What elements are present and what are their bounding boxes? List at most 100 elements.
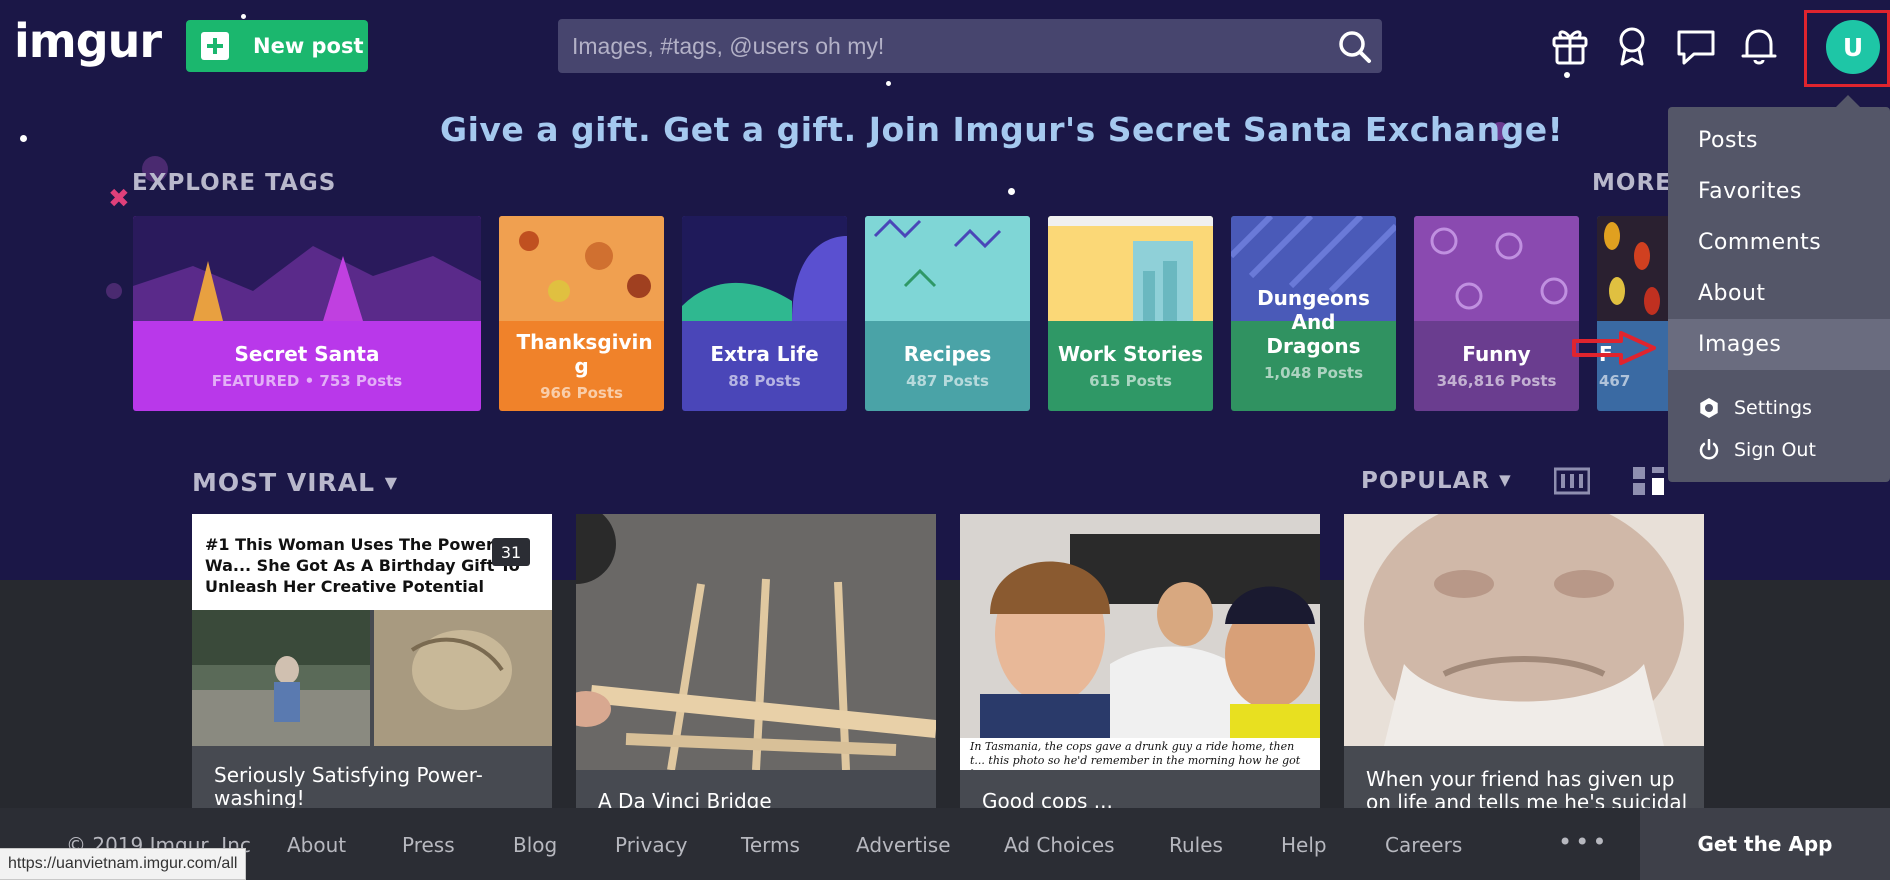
sign-out-label: Sign Out <box>1734 439 1816 461</box>
medal-icon[interactable] <box>1610 24 1654 68</box>
tag-art <box>1048 216 1213 321</box>
gallery-post-card[interactable]: When your friend has given up on life an… <box>1344 514 1704 814</box>
post-count-badge: 31 <box>492 538 530 566</box>
more-tags-link[interactable]: MORE <box>1592 170 1672 196</box>
imgur-logo[interactable]: imgur <box>14 14 162 68</box>
search-icon[interactable] <box>1338 30 1372 64</box>
tag-count: 966 Posts <box>540 384 623 402</box>
menu-item-comments[interactable]: Comments <box>1668 217 1890 268</box>
tag-count: 88 Posts <box>728 372 801 390</box>
filter-label: POPULAR <box>1361 468 1491 494</box>
footer-link-advertise[interactable]: Advertise <box>856 833 951 857</box>
waterfall-view-icon[interactable] <box>1632 466 1670 496</box>
browser-status-url: https://uanvietnam.imgur.com/all <box>0 848 247 880</box>
tag-art <box>1597 216 1668 321</box>
tag-card-extra-life[interactable]: Extra Life 88 Posts <box>682 216 847 411</box>
caret-down-icon: ▼ <box>384 473 399 492</box>
tag-card-secret-santa[interactable]: Secret Santa FEATURED • 753 Posts <box>133 216 481 411</box>
tag-card-partial[interactable]: F 467 <box>1597 216 1668 411</box>
tag-art <box>1414 216 1579 321</box>
gear-icon <box>1700 398 1718 418</box>
filter-dropdown[interactable]: POPULAR ▼ <box>1361 468 1512 494</box>
tag-count: 487 Posts <box>906 372 989 390</box>
decor-dot <box>20 135 27 142</box>
tag-name: Dungeons And Dragons <box>1257 285 1370 358</box>
tag-card-dungeons-and-dragons[interactable]: Dungeons And Dragons 1,048 Posts <box>1231 216 1396 411</box>
gallery-post-card[interactable]: A Da Vinci Bridge <box>576 514 936 814</box>
tag-name: Secret Santa <box>234 342 380 366</box>
tag-name: Funny <box>1462 342 1531 366</box>
tag-info: Extra Life 88 Posts <box>682 321 847 411</box>
tag-name: Work Stories <box>1057 342 1204 366</box>
chat-icon[interactable] <box>1674 24 1718 68</box>
page-footer: © 2019 Imgur, Inc About Press Blog Priva… <box>0 808 1890 880</box>
user-dropdown-menu: Posts Favorites Comments About Images Se… <box>1668 95 1890 482</box>
tag-info: Funny 346,816 Posts <box>1414 321 1579 411</box>
menu-item-about[interactable]: About <box>1668 268 1890 319</box>
new-post-button[interactable]: New post <box>186 20 368 72</box>
get-the-app-button[interactable]: Get the App <box>1640 808 1890 880</box>
annotation-arrow-icon <box>1572 331 1656 365</box>
menu-item-posts[interactable]: Posts <box>1668 115 1890 166</box>
footer-link-about[interactable]: About <box>287 833 346 857</box>
footer-link-blog[interactable]: Blog <box>513 833 557 857</box>
sort-dropdown[interactable]: MOST VIRAL ▼ <box>192 468 398 497</box>
top-header: imgur New post U <box>0 0 1890 92</box>
tag-count: FEATURED • 753 Posts <box>211 372 403 390</box>
tag-name: Extra Life <box>710 342 819 366</box>
menu-item-sign-out[interactable]: Sign Out <box>1698 439 1816 461</box>
gallery-post-card[interactable]: #1 This Woman Uses The Power Wa... She G… <box>192 514 552 814</box>
tag-info: Secret Santa FEATURED • 753 Posts <box>133 321 481 411</box>
tag-info: Recipes 487 Posts <box>865 321 1030 411</box>
menu-item-images[interactable]: Images <box>1668 319 1890 370</box>
plus-icon <box>201 32 229 60</box>
bell-icon[interactable] <box>1737 24 1781 68</box>
tag-card-work-stories[interactable]: Work Stories 615 Posts <box>1048 216 1213 411</box>
footer-link-rules[interactable]: Rules <box>1169 833 1223 857</box>
gift-notification-dot <box>1564 72 1570 78</box>
post-thumbnail <box>192 610 552 746</box>
uniform-grid-view-icon[interactable] <box>1554 466 1590 496</box>
tag-card-thanksgiving[interactable]: Thanksgivin g 966 Posts <box>499 216 664 411</box>
tag-count: 467 <box>1599 372 1631 390</box>
explore-tags-label: EXPLORE TAGS <box>132 170 337 196</box>
sort-label: MOST VIRAL <box>192 468 376 497</box>
tag-info: Thanksgivin g 966 Posts <box>499 321 664 411</box>
menu-item-settings[interactable]: Settings <box>1698 397 1812 419</box>
tag-card-recipes[interactable]: Recipes 487 Posts <box>865 216 1030 411</box>
footer-link-privacy[interactable]: Privacy <box>615 833 687 857</box>
post-title: Seriously Satisfying Power-washing! <box>214 763 483 810</box>
tag-art <box>499 216 664 321</box>
footer-link-press[interactable]: Press <box>402 833 455 857</box>
tag-name: Thanksgivin g <box>516 330 653 378</box>
decor-sparkle-icon: ✖ <box>108 184 130 214</box>
tag-info: Work Stories 615 Posts <box>1048 321 1213 411</box>
post-thumbnail <box>576 514 936 770</box>
caret-down-icon: ▼ <box>1499 471 1512 489</box>
footer-link-careers[interactable]: Careers <box>1385 833 1462 857</box>
tag-name: Recipes <box>903 342 992 366</box>
user-avatar[interactable]: U <box>1826 20 1880 74</box>
post-thumbnail <box>960 514 1320 738</box>
menu-item-favorites[interactable]: Favorites <box>1668 166 1890 217</box>
decor-dot <box>1008 188 1015 195</box>
post-header-text: #1 This Woman Uses The Power Wa... She G… <box>205 535 520 596</box>
tag-art <box>865 216 1030 321</box>
search-bar[interactable] <box>558 19 1382 73</box>
power-icon <box>1699 439 1719 460</box>
footer-link-terms[interactable]: Terms <box>741 833 800 857</box>
tag-count: 346,816 Posts <box>1436 372 1557 390</box>
gift-icon[interactable] <box>1548 24 1592 68</box>
decor-dot <box>106 283 122 299</box>
settings-label: Settings <box>1734 397 1812 419</box>
search-input[interactable] <box>572 29 1312 63</box>
post-thumbnail <box>1344 514 1704 746</box>
tag-count: 615 Posts <box>1089 372 1172 390</box>
tag-card-funny[interactable]: Funny 346,816 Posts <box>1414 216 1579 411</box>
footer-link-ad-choices[interactable]: Ad Choices <box>1004 833 1115 857</box>
secret-santa-banner[interactable]: Give a gift. Get a gift. Join Imgur's Se… <box>440 110 1563 149</box>
gallery-post-card[interactable]: In Tasmania, the cops gave a drunk guy a… <box>960 514 1320 814</box>
footer-link-help[interactable]: Help <box>1281 833 1327 857</box>
post-caption: In Tasmania, the cops gave a drunk guy a… <box>960 738 1320 770</box>
footer-more-icon[interactable]: ••• <box>1558 828 1609 856</box>
